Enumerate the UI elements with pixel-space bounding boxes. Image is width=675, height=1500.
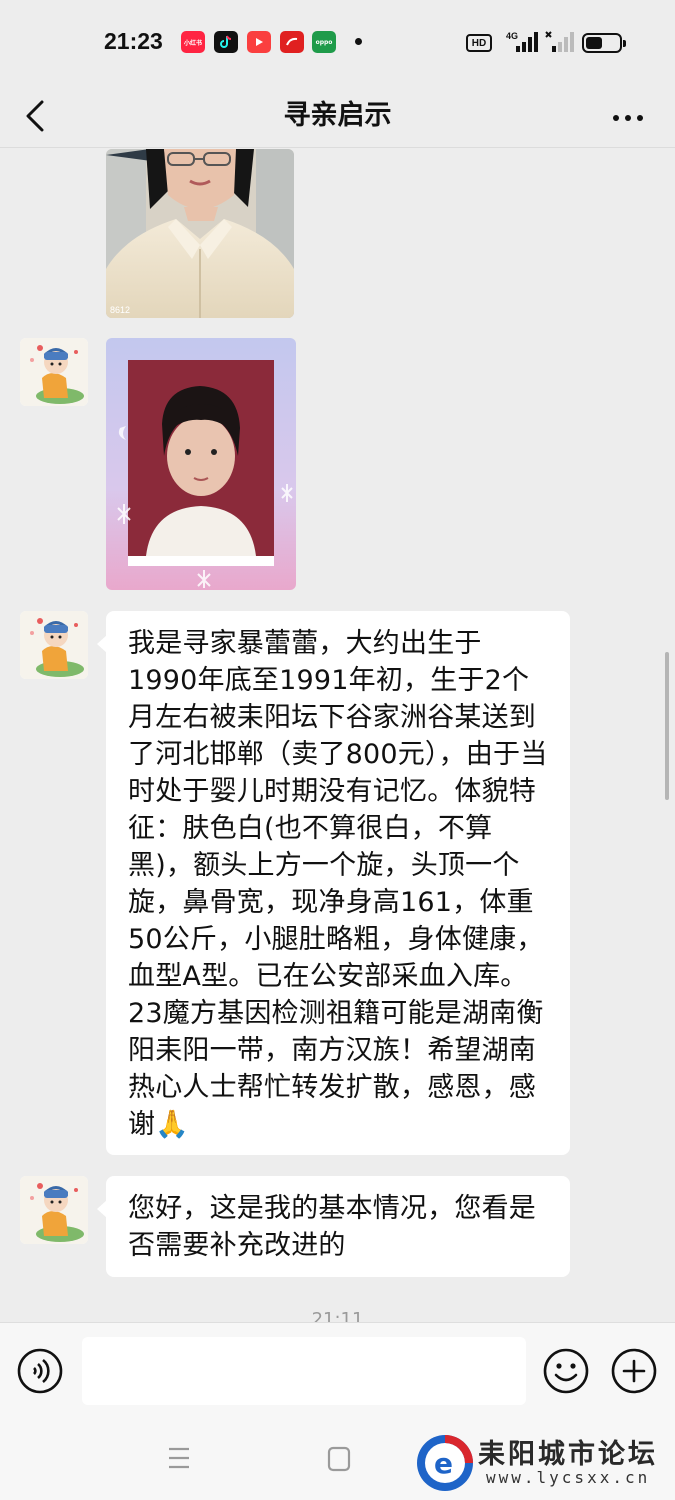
battery-level [586,37,602,49]
watermark-title: 耒阳城市论坛 [478,1439,658,1470]
status-time: 21:23 [104,28,163,54]
app-red-icon [280,31,304,53]
more-icon [613,115,643,121]
text-message[interactable]: 我是寻家暴蕾蕾，大约出生于1990年底至1991年初，生于2个月左右被耒阳坛下谷… [97,611,570,1155]
cartoon-avatar-icon [20,611,88,679]
emoji-button[interactable] [542,1347,590,1395]
timestamp: 21:11 [311,1309,364,1322]
message-input[interactable] [82,1337,526,1405]
video-play-icon [247,31,271,53]
plus-button[interactable] [610,1347,658,1395]
menu-icon [169,1447,189,1469]
signal-4g-icon: 4G [506,31,538,52]
hd-icon: HD [466,34,492,52]
avatar[interactable] [20,611,88,679]
battery-icon [582,33,626,53]
cartoon-avatar-icon [20,338,88,406]
plus-icon [611,1348,657,1394]
site-logo-icon: e [417,1435,473,1491]
image-message[interactable] [106,338,296,590]
nav-bar: 寻亲启示 [0,84,675,148]
voice-button[interactable] [16,1347,64,1395]
signal-weak-icon [545,31,574,52]
watermark-url: www.lycsxx.cn [486,1468,651,1487]
avatar[interactable] [20,338,88,406]
svg-text:8612: 8612 [110,305,130,315]
portrait-photo-adult-icon: 8612 [106,149,294,318]
emoji-icon [543,1348,589,1394]
voice-icon [17,1348,63,1394]
oppo-icon: oppo [312,31,336,53]
home-icon [327,1446,351,1472]
status-bar: 21:23 小红书 oppo HD 4G [0,0,675,84]
network-label: 4G [506,31,518,41]
avatar[interactable] [20,1176,88,1244]
xiaohongshu-icon: 小红书 [181,31,205,53]
douyin-icon [214,31,238,53]
cartoon-avatar-icon [20,1176,88,1244]
chat-area[interactable]: 8612 我是寻家暴蕾蕾，大约出生于1990年底至1991年初，生于2个月左右被… [0,149,675,1322]
watermark: e 耒阳城市论坛 www.lycsxx.cn [414,1430,670,1494]
home-button[interactable] [327,1446,351,1472]
svg-text:e: e [434,1447,453,1480]
menu-button[interactable] [165,1444,193,1472]
input-bar [0,1322,675,1422]
notification-dot-icon [355,38,362,45]
image-message[interactable]: 8612 [106,149,294,318]
more-button[interactable] [604,92,652,140]
scrollbar[interactable] [665,652,669,800]
page-title: 寻亲启示 [283,100,392,131]
text-message[interactable]: 您好，这是我的基本情况，您看是否需要补充改进的 [97,1176,570,1277]
portrait-photo-child-icon [106,338,296,590]
